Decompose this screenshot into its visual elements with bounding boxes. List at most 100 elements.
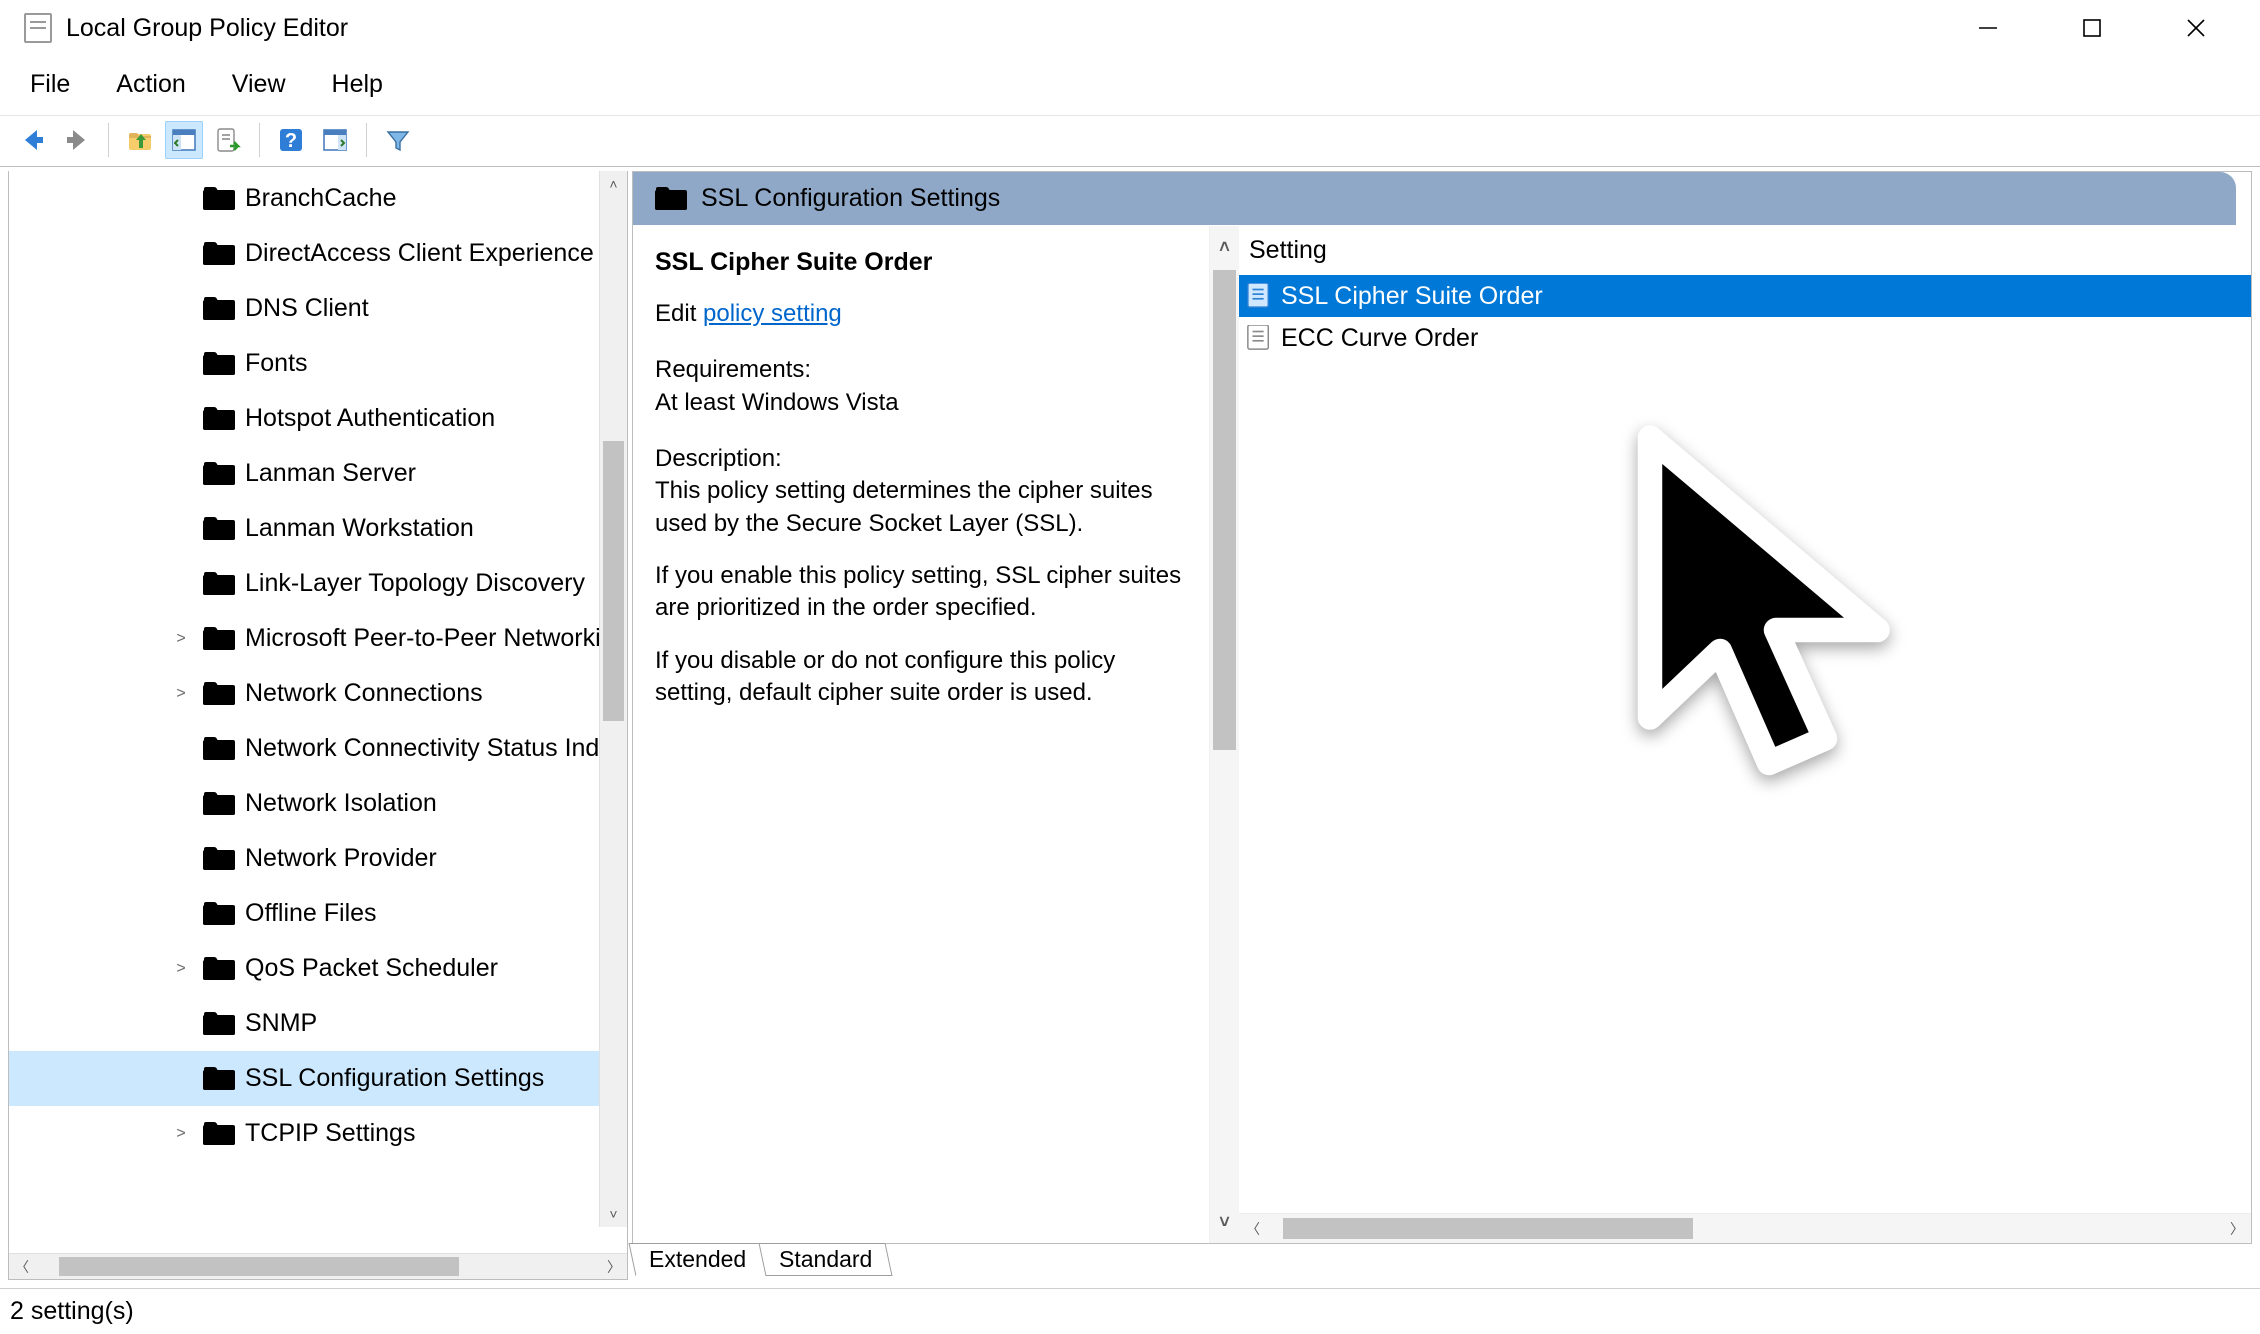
tree-item[interactable]: > Network Connections xyxy=(9,666,627,721)
tree-item-label: QoS Packet Scheduler xyxy=(245,954,498,983)
toolbar-back[interactable] xyxy=(14,121,52,159)
status-text: 2 setting(s) xyxy=(10,1297,134,1326)
right-frame: SSL Configuration Settings SSL Cipher Su… xyxy=(632,171,2252,1244)
description-p2: If you enable this policy setting, SSL c… xyxy=(655,560,1197,625)
toolbar-show-hide-tree[interactable] xyxy=(165,121,203,159)
tree-item-label: Microsoft Peer-to-Peer Networking Servic… xyxy=(245,624,627,653)
tree-item-label: SNMP xyxy=(245,1009,317,1038)
tree-item[interactable]: > QoS Packet Scheduler xyxy=(9,941,627,996)
maximize-button[interactable] xyxy=(2068,4,2116,52)
svg-text:?: ? xyxy=(285,130,297,152)
tree-item[interactable]: Network Provider xyxy=(9,831,627,886)
expander-icon[interactable]: > xyxy=(169,1125,193,1143)
description-p1: This policy setting determines the ciphe… xyxy=(655,475,1197,540)
menu-view[interactable]: View xyxy=(226,68,292,101)
tab-extended[interactable]: Extended xyxy=(628,1243,765,1276)
folder-icon xyxy=(203,681,235,707)
window-title: Local Group Policy Editor xyxy=(66,14,348,43)
tree-item[interactable]: DNS Client xyxy=(9,281,627,336)
description-label: Description: xyxy=(655,443,1197,475)
description-p3: If you disable or do not configure this … xyxy=(655,645,1197,710)
scroll-down-icon[interactable]: ˅ xyxy=(600,1201,627,1227)
folder-icon xyxy=(203,901,235,927)
scroll-right-icon[interactable]: 〉 xyxy=(2223,1214,2251,1243)
menu-file[interactable]: File xyxy=(24,68,76,101)
description-block: Description: This policy setting determi… xyxy=(655,443,1197,710)
tree-item[interactable]: Lanman Workstation xyxy=(9,501,627,556)
toolbar-action-pane[interactable] xyxy=(316,121,354,159)
folder-icon xyxy=(203,241,235,267)
folder-icon xyxy=(655,187,687,211)
scroll-right-icon[interactable]: 〉 xyxy=(601,1254,627,1279)
folder-icon xyxy=(203,846,235,872)
toolbar-export-list[interactable] xyxy=(209,121,247,159)
toolbar-separator-3 xyxy=(366,123,367,157)
expander-icon[interactable]: > xyxy=(169,630,193,648)
expander-icon[interactable]: > xyxy=(169,960,193,978)
tree-item[interactable]: Hotspot Authentication xyxy=(9,391,627,446)
folder-icon xyxy=(203,516,235,542)
tree-item-label: Network Connections xyxy=(245,679,483,708)
tree-item[interactable]: Network Isolation xyxy=(9,776,627,831)
tree-item[interactable]: > TCPIP Settings xyxy=(9,1106,627,1161)
tree-item-label: Lanman Workstation xyxy=(245,514,474,543)
menu-help[interactable]: Help xyxy=(326,68,389,101)
setting-horizontal-scrollbar[interactable]: 〈 〉 xyxy=(1239,1213,2251,1243)
tree-horizontal-scrollbar[interactable]: 〈 〉 xyxy=(9,1253,627,1279)
tree-item[interactable]: > Microsoft Peer-to-Peer Networking Servi… xyxy=(9,611,627,666)
toolbar: ? xyxy=(0,116,2260,166)
setting-row[interactable]: ECC Curve Order xyxy=(1239,317,2251,359)
tree-item[interactable]: DirectAccess Client Experience Settings xyxy=(9,226,627,281)
tree-item-label: SSL Configuration Settings xyxy=(245,1064,544,1093)
folder-icon xyxy=(203,186,235,212)
tree-item-label: Network Isolation xyxy=(245,789,437,818)
setting-row[interactable]: SSL Cipher Suite Order xyxy=(1239,275,2251,317)
tree-item[interactable]: Network Connectivity Status Indicator xyxy=(9,721,627,776)
tree-panel: BranchCache DirectAccess Client Experienc… xyxy=(8,171,628,1280)
document-icon xyxy=(1247,325,1271,351)
folder-icon xyxy=(203,571,235,597)
tree-item-label: Network Connectivity Status Indicator xyxy=(245,734,627,763)
scroll-up-icon[interactable]: ˄ xyxy=(600,171,627,197)
edit-policy-setting-link[interactable]: policy setting xyxy=(703,300,842,327)
folder-icon xyxy=(203,461,235,487)
tree-item[interactable]: BranchCache xyxy=(9,171,627,226)
close-button[interactable] xyxy=(2172,4,2220,52)
right-panel: SSL Configuration Settings SSL Cipher Su… xyxy=(632,171,2252,1280)
toolbar-up-folder[interactable] xyxy=(121,121,159,159)
folder-icon xyxy=(203,406,235,432)
tab-standard[interactable]: Standard xyxy=(759,1243,893,1276)
detail-title: SSL Cipher Suite Order xyxy=(655,246,1197,280)
tree-item[interactable]: Offline Files xyxy=(9,886,627,941)
expander-icon[interactable]: > xyxy=(169,685,193,703)
detail-vertical-scrollbar[interactable]: ˄ ˅ xyxy=(1209,226,1239,1243)
detail-edit-line: Edit policy setting xyxy=(655,298,1197,330)
tree-item[interactable]: SSL Configuration Settings xyxy=(9,1051,627,1106)
content-area: BranchCache DirectAccess Client Experienc… xyxy=(0,166,2260,1288)
scroll-thumb[interactable] xyxy=(1213,270,1236,750)
tree-item[interactable]: SNMP xyxy=(9,996,627,1051)
scroll-left-icon[interactable]: 〈 xyxy=(1239,1214,1267,1243)
setting-column-header[interactable]: Setting xyxy=(1239,226,2251,275)
tree-item-label: TCPIP Settings xyxy=(245,1119,415,1148)
scroll-thumb[interactable] xyxy=(1283,1218,1693,1239)
tree-item[interactable]: Fonts xyxy=(9,336,627,391)
right-header: SSL Configuration Settings xyxy=(633,172,2236,226)
setting-row-label: SSL Cipher Suite Order xyxy=(1281,282,1543,311)
tree-vertical-scrollbar[interactable]: ˄ ˅ xyxy=(599,171,627,1227)
scroll-left-icon[interactable]: 〈 xyxy=(9,1254,35,1279)
tree-item[interactable]: Link-Layer Topology Discovery xyxy=(9,556,627,611)
document-icon xyxy=(1247,283,1271,309)
scroll-down-icon[interactable]: ˅ xyxy=(1210,1207,1239,1237)
tree-item[interactable]: Lanman Server xyxy=(9,446,627,501)
scroll-thumb[interactable] xyxy=(603,441,624,721)
toolbar-help[interactable]: ? xyxy=(272,121,310,159)
menu-action[interactable]: Action xyxy=(110,68,191,101)
minimize-button[interactable] xyxy=(1964,4,2012,52)
toolbar-forward[interactable] xyxy=(58,121,96,159)
tree-item-label: DirectAccess Client Experience Settings xyxy=(245,239,627,268)
scroll-thumb[interactable] xyxy=(59,1257,459,1276)
toolbar-filter[interactable] xyxy=(379,121,417,159)
right-header-title: SSL Configuration Settings xyxy=(701,184,1000,213)
scroll-up-icon[interactable]: ˄ xyxy=(1210,232,1239,262)
